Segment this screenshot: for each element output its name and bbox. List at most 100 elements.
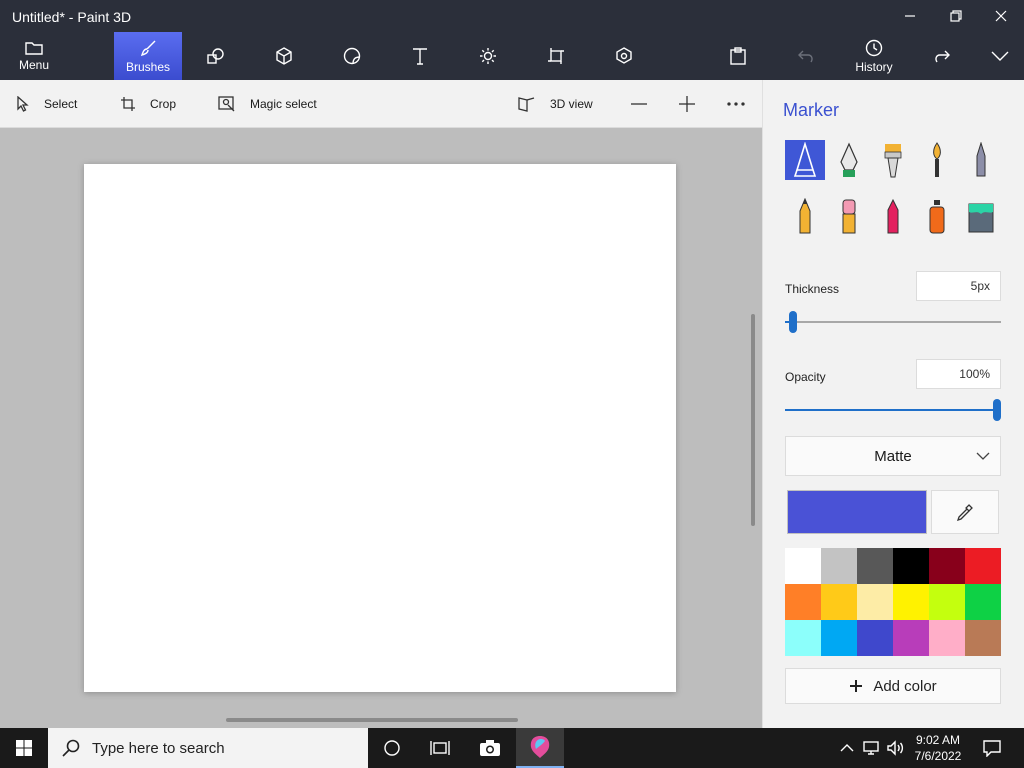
- clock-time: 9:02 AM: [915, 733, 961, 747]
- brush-panel: Marker Thickness 5px Opacity 100% Matte …: [762, 80, 1024, 728]
- opacity-slider-fill: [785, 409, 997, 411]
- palette-swatch[interactable]: [821, 584, 857, 620]
- menu-button[interactable]: Menu: [0, 32, 68, 80]
- magic-select-icon: [218, 96, 235, 112]
- 2d-shapes-tab[interactable]: [194, 32, 238, 80]
- clock-date: 7/6/2022: [914, 749, 962, 763]
- palette-swatch[interactable]: [965, 620, 1001, 656]
- redo-icon: [935, 50, 950, 63]
- redo-button[interactable]: [920, 32, 964, 80]
- taskbar-clock[interactable]: 9:02 AM 7/6/2022: [910, 732, 966, 764]
- ribbon: Menu Brushes History: [0, 32, 1024, 80]
- crayon-brush[interactable]: [873, 196, 913, 236]
- 3d-view-label: 3D view: [550, 97, 593, 111]
- show-hidden-icons-button[interactable]: [836, 728, 858, 768]
- palette-swatch[interactable]: [893, 584, 929, 620]
- taskbar-search-box[interactable]: Type here to search: [48, 728, 368, 768]
- volume-button[interactable]: [884, 728, 906, 768]
- text-tab[interactable]: [398, 32, 442, 80]
- palette-swatch[interactable]: [821, 620, 857, 656]
- crop-button[interactable]: Crop: [120, 80, 176, 128]
- start-button[interactable]: [0, 728, 48, 768]
- windows-icon: [16, 740, 32, 756]
- cortana-button[interactable]: [370, 728, 414, 768]
- plus-icon: [850, 680, 863, 692]
- palette-swatch[interactable]: [857, 584, 893, 620]
- effects-tab[interactable]: [466, 32, 510, 80]
- 3d-view-button[interactable]: 3D view: [518, 80, 593, 128]
- spray-can-brush[interactable]: [917, 196, 957, 236]
- brushes-tab[interactable]: Brushes: [114, 32, 182, 80]
- magic-select-label: Magic select: [250, 97, 317, 111]
- palette-swatch[interactable]: [929, 548, 965, 584]
- chevron-up-icon: [840, 744, 854, 752]
- panel-title: Marker: [783, 100, 840, 120]
- chevron-down-icon: [991, 51, 1009, 61]
- 3d-library-tab[interactable]: [602, 32, 646, 80]
- palette-swatch[interactable]: [785, 620, 821, 656]
- zoom-out-button[interactable]: [630, 80, 662, 128]
- expand-ribbon-button[interactable]: [978, 32, 1022, 80]
- network-button[interactable]: [860, 728, 882, 768]
- palette-swatch[interactable]: [857, 548, 893, 584]
- more-options-button[interactable]: [726, 80, 760, 128]
- palette-swatch[interactable]: [857, 620, 893, 656]
- sticker-icon: [343, 47, 361, 65]
- chevron-down-icon: [976, 452, 990, 460]
- eraser-brush[interactable]: [829, 196, 869, 236]
- canvas-tab[interactable]: [534, 32, 578, 80]
- palette-swatch[interactable]: [965, 584, 1001, 620]
- thickness-slider-thumb[interactable]: [789, 311, 798, 333]
- add-color-button[interactable]: Add color: [785, 668, 1001, 704]
- opacity-input[interactable]: 100%: [916, 359, 1001, 389]
- palette-swatch[interactable]: [929, 584, 965, 620]
- marker-brush[interactable]: [785, 140, 825, 180]
- text-icon: [413, 48, 427, 65]
- palette-swatch[interactable]: [965, 548, 1001, 584]
- opacity-slider-thumb[interactable]: [993, 399, 1001, 421]
- watercolor-icon: [933, 142, 941, 177]
- palette-swatch[interactable]: [785, 584, 821, 620]
- crop-icon: [121, 97, 135, 111]
- folder-icon: [25, 41, 43, 55]
- palette-swatch[interactable]: [821, 548, 857, 584]
- pixel-pen-brush[interactable]: [961, 140, 1001, 180]
- crop-label: Crop: [150, 97, 177, 111]
- thickness-input[interactable]: 5px: [916, 271, 1001, 301]
- palette-swatch[interactable]: [929, 620, 965, 656]
- watercolor-brush[interactable]: [917, 140, 957, 180]
- vertical-scrollbar[interactable]: [751, 314, 755, 526]
- fill-bucket-brush[interactable]: [961, 196, 1001, 236]
- action-center-button[interactable]: [970, 728, 1014, 768]
- camera-app-button[interactable]: [466, 728, 514, 768]
- paint3d-app-button[interactable]: [516, 728, 564, 768]
- undo-button[interactable]: [784, 32, 828, 80]
- pencil-icon: [799, 198, 811, 234]
- 3d-shapes-tab[interactable]: [262, 32, 306, 80]
- menu-label: Menu: [18, 57, 50, 72]
- horizontal-scrollbar[interactable]: [226, 718, 518, 722]
- close-button[interactable]: [978, 0, 1024, 32]
- thickness-slider-track[interactable]: [785, 321, 1001, 323]
- drawing-canvas[interactable]: [84, 164, 676, 692]
- oil-brush[interactable]: [873, 140, 913, 180]
- palette-swatch[interactable]: [785, 548, 821, 584]
- task-view-button[interactable]: [418, 728, 462, 768]
- restore-button[interactable]: [933, 0, 979, 32]
- eyedropper-button[interactable]: [931, 490, 999, 534]
- current-color-swatch[interactable]: [787, 490, 927, 534]
- stickers-tab[interactable]: [330, 32, 374, 80]
- tool-options-bar: Select Crop Magic select 3D view: [0, 80, 762, 128]
- minimize-button[interactable]: [887, 0, 933, 32]
- select-button[interactable]: Select: [16, 80, 77, 128]
- palette-swatch[interactable]: [893, 620, 929, 656]
- marker-icon: [793, 142, 817, 177]
- pencil-brush[interactable]: [785, 196, 825, 236]
- zoom-in-button[interactable]: [678, 80, 710, 128]
- magic-select-button[interactable]: Magic select: [218, 80, 317, 128]
- history-button[interactable]: History: [846, 32, 902, 80]
- calligraphy-pen-brush[interactable]: [829, 140, 869, 180]
- palette-swatch[interactable]: [893, 548, 929, 584]
- finish-dropdown[interactable]: Matte: [785, 436, 1001, 476]
- paste-button[interactable]: [716, 32, 760, 80]
